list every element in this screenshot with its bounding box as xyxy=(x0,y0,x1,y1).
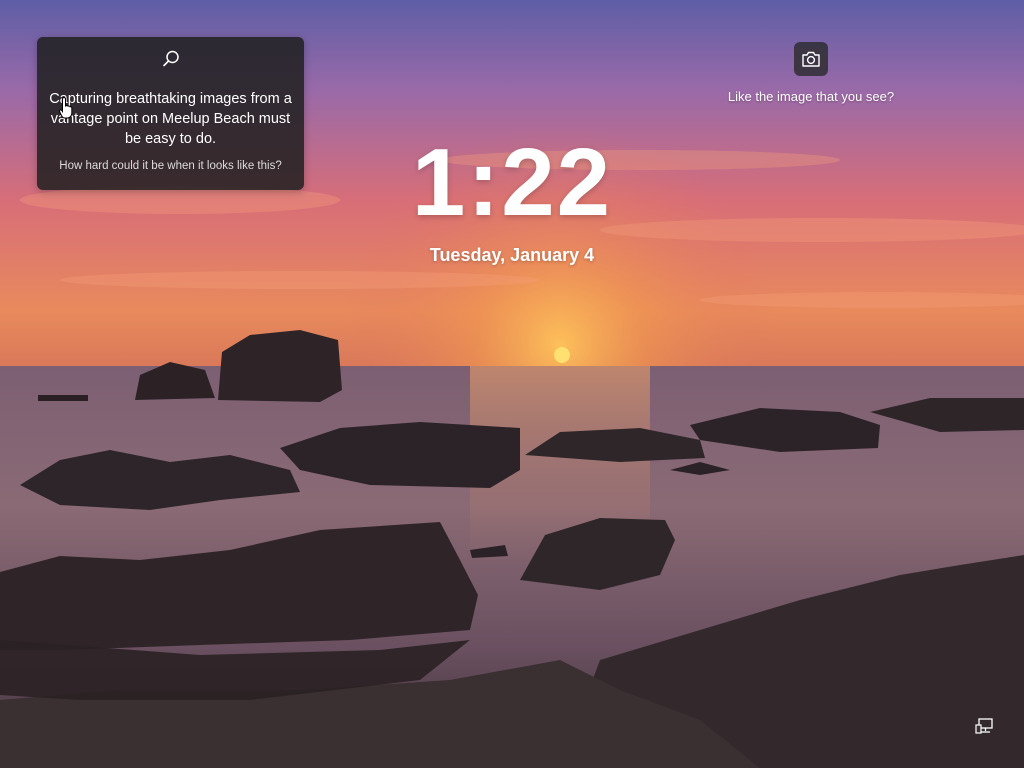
camera-icon xyxy=(802,51,820,67)
lockscreen-date: Tuesday, January 4 xyxy=(429,245,595,265)
network-icon[interactable] xyxy=(975,717,995,735)
search-icon[interactable] xyxy=(161,49,181,69)
camera-button[interactable] xyxy=(794,42,828,76)
like-image-label[interactable]: Like the image that you see? xyxy=(700,89,922,104)
lockscreen-time: 1:22 xyxy=(411,129,613,236)
hand-cursor-icon xyxy=(59,96,73,119)
